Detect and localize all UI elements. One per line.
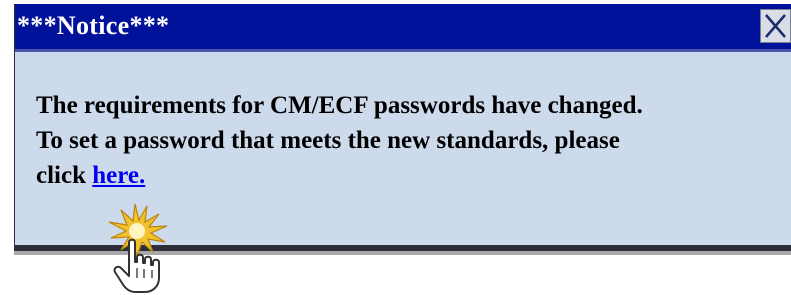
message-line-2: To set a password that meets the new sta… bbox=[36, 127, 620, 154]
close-icon bbox=[765, 14, 786, 38]
message-line-1: The requirements for CM/ECF passwords ha… bbox=[36, 92, 643, 119]
notice-screenshot: ***Notice*** The requirements for CM/ECF… bbox=[0, 0, 791, 295]
message-line-3-prefix: click bbox=[36, 162, 93, 189]
notice-message: The requirements for CM/ECF passwords ha… bbox=[36, 88, 643, 193]
dialog-title: ***Notice*** bbox=[17, 11, 170, 40]
title-bar: ***Notice*** bbox=[15, 4, 791, 52]
click-burst-icon bbox=[108, 203, 168, 258]
click-indicator bbox=[95, 200, 185, 295]
here-link[interactable]: here. bbox=[92, 162, 145, 189]
message-line-3: click here. bbox=[36, 158, 643, 193]
close-button[interactable] bbox=[760, 9, 791, 43]
